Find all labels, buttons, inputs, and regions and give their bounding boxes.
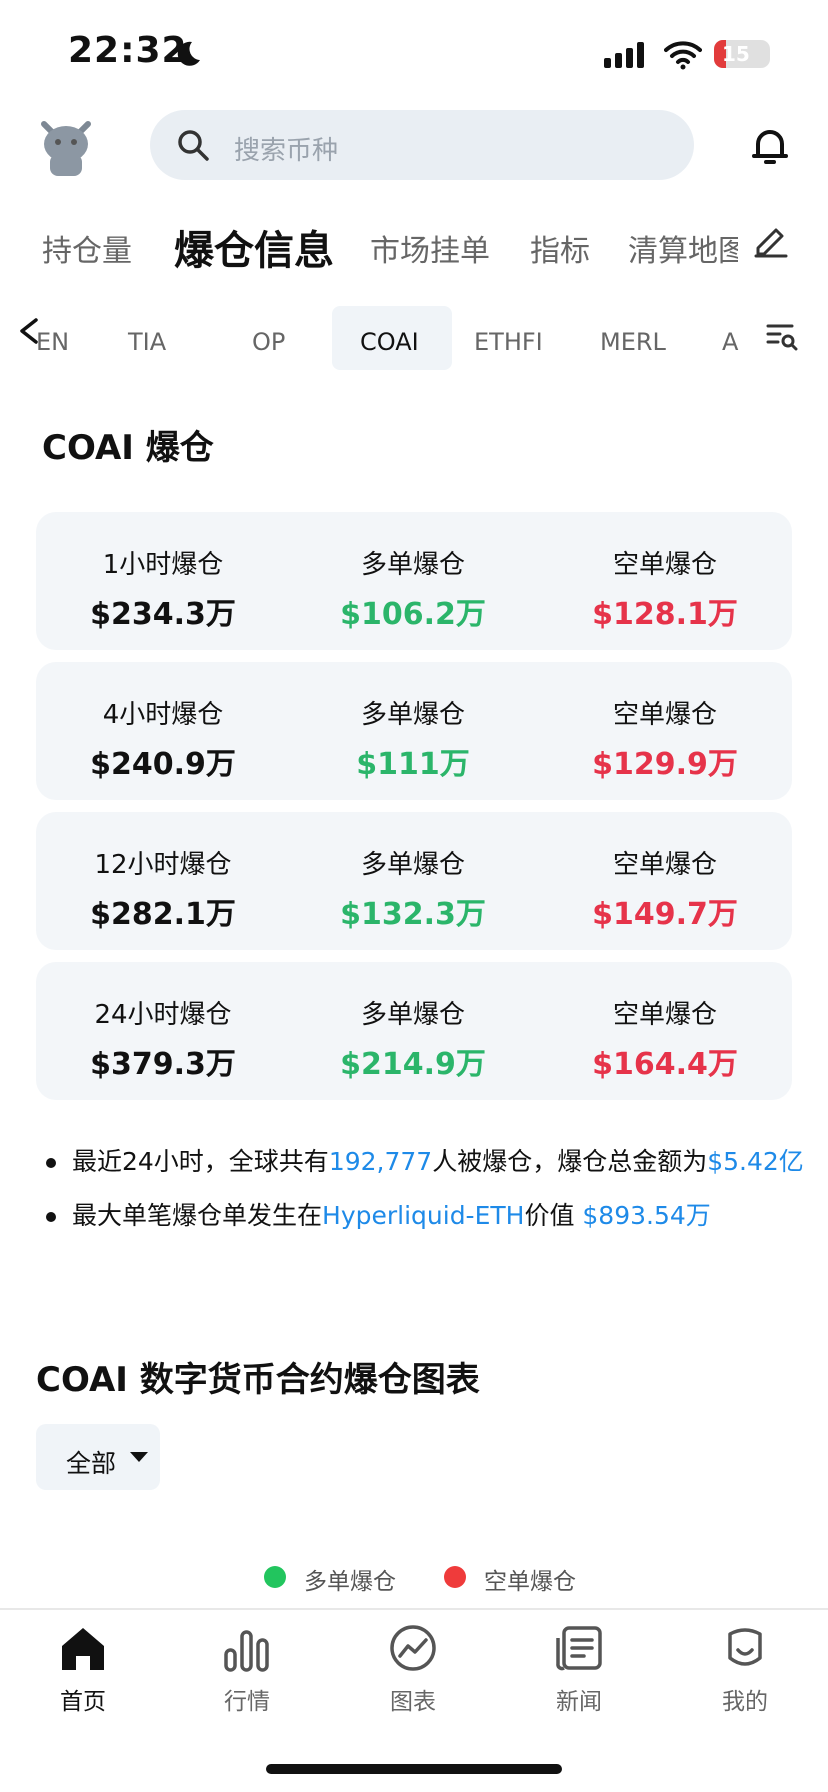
- short-label: 空单爆仓: [612, 550, 717, 580]
- period-label: 4小时爆仓: [102, 700, 224, 730]
- bell-icon[interactable]: [750, 124, 790, 168]
- legend-dot-short: [444, 1566, 466, 1588]
- total-value: $282.1万: [90, 897, 236, 932]
- total-amount: $5.42亿: [707, 1147, 804, 1176]
- bullet-dot: [46, 1212, 56, 1222]
- tab-indicators[interactable]: 指标: [530, 226, 590, 270]
- wifi-icon: [664, 41, 702, 70]
- largest-amount: $893.54万: [582, 1201, 711, 1230]
- nav-label: 图表: [390, 1689, 436, 1715]
- liquidated-count: 192,777: [328, 1147, 433, 1176]
- legend-label-long: 多单爆仓: [304, 1569, 396, 1595]
- short-label: 空单爆仓: [612, 1000, 717, 1030]
- market-icon: [224, 1630, 269, 1672]
- coin-tab-a[interactable]: A: [722, 328, 738, 356]
- long-label: 多单爆仓: [360, 850, 465, 880]
- legend-dot-long: [264, 1566, 286, 1588]
- summary-text: 最大单笔爆仓单发生在: [72, 1201, 323, 1230]
- coin-tab-tia[interactable]: TIA: [128, 328, 166, 356]
- long-value: $214.9万: [340, 1047, 486, 1082]
- nav-profile[interactable]: 我的: [690, 1624, 800, 1716]
- chart-section-title: COAI 数字货币合约爆仓图表: [36, 1360, 480, 1400]
- battery-level: 15: [722, 42, 750, 66]
- nav-label: 首页: [60, 1689, 106, 1715]
- home-icon: [62, 1628, 104, 1670]
- nav-chart[interactable]: 图表: [358, 1624, 468, 1716]
- coin-tab-coai[interactable]: COAI: [360, 328, 419, 356]
- liquidation-card-12h: 12小时爆仓 $282.1万 多单爆仓 $132.3万 空单爆仓 $149.7万: [36, 812, 792, 950]
- search-icon: [178, 130, 209, 161]
- nav-market[interactable]: 行情: [192, 1624, 302, 1716]
- signal-icon: [604, 42, 648, 68]
- long-value: $106.2万: [340, 597, 486, 632]
- search-bar[interactable]: [150, 110, 694, 180]
- long-value: $132.3万: [340, 897, 486, 932]
- total-value: $234.3万: [90, 597, 236, 632]
- period-label: 1小时爆仓: [102, 550, 224, 580]
- long-label: 多单爆仓: [360, 1000, 465, 1030]
- summary-text: 价值: [524, 1201, 583, 1230]
- moon-icon: [177, 41, 200, 66]
- nav-divider: [0, 1608, 828, 1610]
- summary-text: 人被爆仓，爆仓总金额为: [432, 1147, 708, 1176]
- summary-line-1: 最近24小时，全球共有192,777人被爆仓，爆仓总金额为$5.42亿: [46, 1142, 804, 1178]
- filter-search-icon[interactable]: [766, 320, 798, 352]
- tab-liquidation-map[interactable]: 清算地图: [628, 226, 738, 270]
- edit-icon[interactable]: [752, 222, 788, 258]
- total-value: $240.9万: [90, 747, 236, 782]
- total-value: $379.3万: [90, 1047, 236, 1082]
- liquidation-card-1h: 1小时爆仓 $234.3万 多单爆仓 $106.2万 空单爆仓 $128.1万: [36, 512, 792, 650]
- nav-label: 我的: [722, 1689, 768, 1715]
- short-value: $149.7万: [592, 897, 738, 932]
- long-value: $111万: [356, 747, 470, 782]
- summary-line-2: 最大单笔爆仓单发生在Hyperliquid-ETH价值 $893.54万: [46, 1196, 711, 1232]
- period-label: 12小时爆仓: [94, 850, 232, 880]
- filter-dropdown-label: 全部: [66, 1449, 117, 1478]
- nav-label: 行情: [224, 1689, 270, 1715]
- summary-text: 最近24小时，全球共有: [72, 1147, 329, 1176]
- nav-home[interactable]: 首页: [28, 1624, 138, 1716]
- liquidation-card-4h: 4小时爆仓 $240.9万 多单爆仓 $111万 空单爆仓 $129.9万: [36, 662, 792, 800]
- long-label: 多单爆仓: [360, 550, 465, 580]
- nav-news[interactable]: 新闻: [524, 1624, 634, 1716]
- short-label: 空单爆仓: [612, 700, 717, 730]
- long-label: 多单爆仓: [360, 700, 465, 730]
- caret-down-icon: [130, 1452, 148, 1462]
- exchange-link[interactable]: Hyperliquid-ETH: [322, 1201, 524, 1230]
- coin-tab-op[interactable]: OP: [252, 328, 285, 356]
- short-value: $164.4万: [592, 1047, 738, 1082]
- status-time: 22:32: [68, 30, 188, 71]
- bullet-dot: [46, 1158, 56, 1168]
- coin-tab-merl[interactable]: MERL: [600, 328, 666, 356]
- tab-open-interest[interactable]: 持仓量: [42, 226, 132, 270]
- tab-liquidation[interactable]: 爆仓信息: [174, 218, 334, 276]
- coin-tab-ethfi[interactable]: ETHFI: [474, 328, 543, 356]
- short-value: $128.1万: [592, 597, 738, 632]
- short-value: $129.9万: [592, 747, 738, 782]
- short-label: 空单爆仓: [612, 850, 717, 880]
- nav-label: 新闻: [556, 1689, 602, 1715]
- home-indicator: [266, 1764, 562, 1774]
- liquidation-card-24h: 24小时爆仓 $379.3万 多单爆仓 $214.9万 空单爆仓 $164.4万: [36, 962, 792, 1100]
- chart-icon: [390, 1625, 436, 1671]
- news-icon: [556, 1626, 602, 1671]
- tab-market-orders[interactable]: 市场挂单: [370, 226, 490, 270]
- search-input[interactable]: 搜索币种: [234, 130, 338, 167]
- battery-icon: 15: [714, 40, 770, 68]
- period-label: 24小时爆仓: [94, 1000, 232, 1030]
- legend-label-short: 空单爆仓: [484, 1569, 576, 1595]
- coin-tab-en[interactable]: EN: [36, 328, 69, 356]
- profile-icon: [728, 1628, 762, 1666]
- section-title: COAI 爆仓: [42, 428, 214, 468]
- avatar[interactable]: [36, 114, 96, 178]
